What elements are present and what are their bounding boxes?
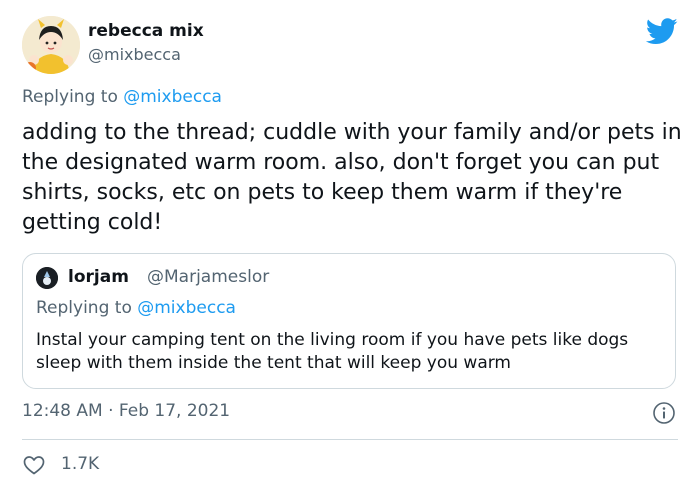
author-avatar[interactable]: [22, 16, 80, 74]
quoted-replying-prefix: Replying to: [36, 298, 138, 318]
replying-to: Replying to @mixbecca: [22, 87, 222, 107]
quoted-author-avatar: [36, 267, 58, 289]
info-icon[interactable]: [652, 401, 676, 425]
divider: [22, 439, 678, 440]
replying-to-mention[interactable]: @mixbecca: [123, 87, 222, 107]
quoted-replying-to: Replying to @mixbecca: [36, 298, 236, 318]
replying-to-prefix: Replying to: [22, 87, 124, 107]
quoted-author-handle: @Marjameslor: [147, 267, 270, 287]
author-display-name[interactable]: rebecca mix: [88, 21, 204, 41]
quoted-tweet[interactable]: lorjam @Marjameslor Replying to @mixbecc…: [22, 253, 676, 389]
like-count: 1.7K: [61, 454, 100, 474]
heart-outline-icon[interactable]: [22, 453, 46, 477]
twitter-bird-icon[interactable]: [645, 18, 678, 45]
tweet-text: adding to the thread; cuddle with your f…: [22, 120, 682, 235]
quoted-author-name: lorjam: [68, 267, 129, 287]
author-handle[interactable]: @mixbecca: [88, 45, 181, 64]
quoted-replying-mention[interactable]: @mixbecca: [137, 298, 236, 318]
quoted-tweet-text: Instal your camping tent on the living r…: [36, 330, 629, 373]
tweet-timestamp[interactable]: 12:48 AM · Feb 17, 2021: [22, 401, 230, 421]
tweet-card: rebecca mix @mixbecca Replying to @mixbe…: [0, 0, 700, 493]
